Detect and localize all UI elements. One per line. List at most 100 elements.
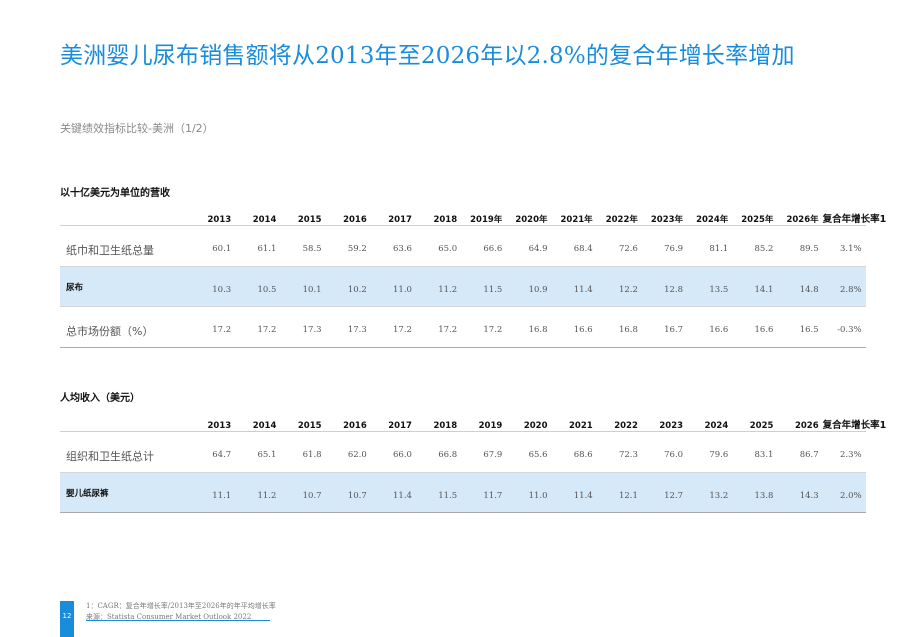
row-label: 纸巾和卫生纸总量	[60, 225, 190, 267]
value-cell: 66.8	[415, 431, 462, 473]
per-capita-section-label: 人均收入（美元）	[60, 393, 140, 404]
value-cell: 72.6	[596, 225, 642, 267]
value-cell: 17.2	[235, 306, 281, 348]
header-blank	[60, 207, 190, 226]
value-cell: 11.5	[461, 266, 507, 307]
value-cell: 14.8	[777, 266, 823, 307]
value-cell: 16.6	[687, 306, 733, 348]
value-cell: 16.7	[641, 306, 688, 348]
table-row: 纸巾和卫生纸总量 60.1 61.1 58.5 59.2 63.6 65.0 66.6 64.9…	[60, 225, 866, 267]
value-cell: 11.4	[551, 472, 597, 513]
value-cell: 17.3	[325, 306, 371, 348]
value-cell: 10.1	[280, 266, 326, 307]
page-title: 美洲婴儿尿布销售额将从2013年至2026年以2.8%的复合年增长率增加	[60, 43, 795, 69]
value-cell: 16.8	[596, 306, 642, 348]
year-header: 2025年	[732, 207, 778, 226]
value-cell: 65.0	[415, 225, 462, 267]
value-cell: 11.5	[415, 472, 462, 513]
value-cell: 66.0	[370, 431, 416, 473]
value-cell: 11.2	[415, 266, 462, 307]
value-cell: 11.4	[551, 266, 597, 307]
value-cell: 67.9	[461, 431, 507, 473]
cagr-cell: -0.3%	[822, 306, 866, 348]
year-header: 2024	[687, 413, 733, 432]
value-cell: 65.1	[235, 431, 281, 473]
value-cell: 83.1	[732, 431, 778, 473]
value-cell: 58.5	[280, 225, 326, 267]
value-cell: 76.0	[641, 431, 688, 473]
page-subtitle: 关键绩效指标比较-美洲（1/2）	[60, 122, 214, 135]
value-cell: 12.8	[641, 266, 688, 307]
year-header: 2023	[641, 413, 688, 432]
value-cell: 11.7	[461, 472, 507, 513]
value-cell: 11.1	[190, 472, 236, 513]
value-cell: 16.6	[551, 306, 597, 348]
year-header: 2021	[551, 413, 597, 432]
year-header: 2026	[777, 413, 823, 432]
cagr-footnote: 1：CAGR：复合年增长率/2013年至2026年的年平均增长率	[86, 602, 276, 610]
value-cell: 10.7	[280, 472, 326, 513]
year-header: 2013	[190, 413, 236, 432]
value-cell: 10.2	[325, 266, 371, 307]
value-cell: 11.2	[235, 472, 281, 513]
revenue-table: 2013 2014 2015 2016 2017 2018 2019年 2020年 2021年 2…	[60, 207, 886, 348]
value-cell: 10.5	[235, 266, 281, 307]
row-label: 总市场份额（%）	[60, 306, 190, 348]
table-header-row: 2013 2014 2015 2016 2017 2018 2019 2020 2021 2022…	[60, 413, 886, 432]
value-cell: 17.3	[280, 306, 326, 348]
value-cell: 62.0	[325, 431, 371, 473]
value-cell: 65.6	[506, 431, 552, 473]
value-cell: 17.2	[190, 306, 236, 348]
year-header: 2014	[235, 413, 281, 432]
year-header: 2016	[325, 207, 371, 226]
value-cell: 11.0	[370, 266, 416, 307]
year-header: 2026年	[777, 207, 823, 226]
value-cell: 60.1	[190, 225, 236, 267]
value-cell: 17.2	[415, 306, 462, 348]
value-cell: 59.2	[325, 225, 371, 267]
value-cell: 79.6	[687, 431, 733, 473]
value-cell: 16.5	[777, 306, 823, 348]
year-header: 2025	[732, 413, 778, 432]
table-row: 尿布 10.3 10.5 10.1 10.2 11.0 11.2 11.5 10.9 11.4 12…	[60, 266, 866, 307]
table-row: 组织和卫生纸总计 64.7 65.1 61.8 62.0 66.0 66.8 67.9 65.6…	[60, 431, 866, 473]
header-blank	[60, 413, 190, 432]
cagr-header: 复合年增长率1	[822, 207, 886, 226]
year-header: 2016	[325, 413, 371, 432]
value-cell: 11.4	[370, 472, 416, 513]
revenue-section-label: 以十亿美元为单位的营收	[60, 188, 170, 199]
value-cell: 12.2	[596, 266, 642, 307]
value-cell: 11.0	[506, 472, 552, 513]
value-cell: 14.1	[732, 266, 778, 307]
year-header: 2014	[235, 207, 281, 226]
value-cell: 66.6	[461, 225, 507, 267]
value-cell: 68.6	[551, 431, 597, 473]
value-cell: 64.9	[506, 225, 552, 267]
value-cell: 86.7	[777, 431, 823, 473]
per-capita-table: 2013 2014 2015 2016 2017 2018 2019 2020 2021 2022…	[60, 413, 886, 513]
value-cell: 12.7	[641, 472, 688, 513]
year-header: 2021年	[551, 207, 597, 226]
cagr-cell: 3.1%	[822, 225, 866, 267]
value-cell: 10.3	[190, 266, 236, 307]
year-header: 2024年	[687, 207, 733, 226]
year-header: 2019	[461, 413, 507, 432]
value-cell: 16.8	[506, 306, 552, 348]
value-cell: 85.2	[732, 225, 778, 267]
value-cell: 13.8	[732, 472, 778, 513]
table-row: 总市场份额（%） 17.2 17.2 17.3 17.3 17.2 17.2 17.2 16.8…	[60, 306, 866, 348]
value-cell: 76.9	[641, 225, 688, 267]
year-header: 2013	[190, 207, 236, 226]
year-header: 2020	[506, 413, 552, 432]
year-header: 2015	[280, 413, 326, 432]
value-cell: 89.5	[777, 225, 823, 267]
value-cell: 17.2	[370, 306, 416, 348]
row-label: 婴儿纸尿裤	[60, 472, 190, 513]
row-label: 尿布	[60, 266, 190, 307]
table-header-row: 2013 2014 2015 2016 2017 2018 2019年 2020年 2021年 2…	[60, 207, 886, 226]
year-header: 2022	[596, 413, 642, 432]
source-underline	[86, 620, 270, 621]
cagr-cell: 2.3%	[822, 431, 866, 473]
cagr-cell: 2.0%	[822, 472, 866, 513]
cagr-header: 复合年增长率1	[822, 413, 886, 432]
